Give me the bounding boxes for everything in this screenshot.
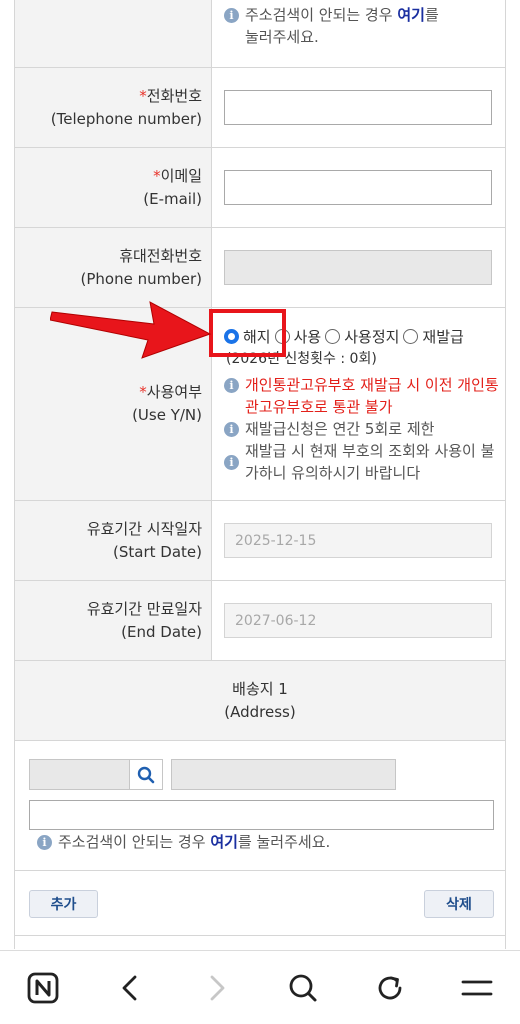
start-date-input: 2025-12-15 — [224, 523, 492, 558]
telephone-row: *전화번호 (Telephone number) — [15, 68, 505, 148]
radio-suspend-control[interactable] — [325, 328, 341, 344]
email-row: *이메일 (E-mail) — [15, 148, 505, 228]
divider — [15, 935, 505, 936]
telephone-label: 전화번호 — [146, 86, 202, 105]
address-header: 배송지 1 (Address) — [15, 661, 505, 741]
note-text: 주소검색이 안되는 경우 — [245, 6, 393, 24]
address-header-title: 배송지 1 — [232, 679, 288, 698]
email-input[interactable] — [224, 170, 492, 205]
forward-icon[interactable] — [173, 951, 260, 1024]
reissue-limit-note: i 재발급신청은 연간 5회로 제한 — [224, 418, 501, 440]
phone-row: 휴대전화번호 (Phone number) — [15, 228, 505, 308]
zipcode-input[interactable] — [30, 760, 129, 789]
detail-address-input[interactable] — [29, 800, 494, 830]
info-icon: i — [224, 8, 239, 23]
address-body: i 주소검색이 안되는 경우 여기를 눌러주세요. 추가 삭제 — [15, 741, 505, 949]
use-status-label: 사용여부 — [146, 383, 202, 401]
required-mark: * — [139, 383, 147, 401]
info-icon: i — [37, 835, 52, 850]
use-status-label-en: (Use Y/N) — [132, 406, 202, 424]
end-date-label: 유효기간 만료일자 — [86, 599, 202, 618]
end-date-row: 유효기간 만료일자 (End Date) 2027-06-12 — [15, 581, 505, 661]
pointer-arrow-icon — [50, 301, 212, 359]
search-icon[interactable] — [129, 760, 162, 789]
add-address-button[interactable]: 추가 — [29, 890, 98, 918]
address-search-label-cell — [15, 0, 212, 67]
search-icon[interactable] — [260, 951, 347, 1024]
reissue-warning-note: i 개인통관고유부호 재발급 시 이전 개인통관고유부호로 통관 불가 — [224, 374, 501, 418]
divider — [15, 870, 505, 871]
phone-input — [224, 250, 492, 285]
info-icon: i — [224, 378, 239, 393]
here-link-bottom[interactable]: 여기 — [210, 833, 238, 851]
start-date-label: 유효기간 시작일자 — [86, 519, 202, 538]
base-address-input — [171, 759, 396, 790]
address-search-row: i 주소검색이 안되는 경우 여기를 눌러주세요. — [15, 0, 505, 68]
address-search-note: i 주소검색이 안되는 경우 여기를 눌러주세요. — [224, 4, 493, 48]
required-mark: * — [153, 166, 161, 185]
telephone-label-en: (Telephone number) — [50, 109, 202, 128]
address-search-note-bottom: i 주소검색이 안되는 경우 여기를 눌러주세요. — [37, 831, 330, 853]
email-label-en: (E-mail) — [143, 189, 202, 208]
phone-label-en: (Phone number) — [80, 269, 202, 288]
browser-nav-bar — [0, 950, 520, 1024]
reissue-caution-note: i 재발급 시 현재 부호의 조회와 사용이 불가하니 유의하시기 바랍니다 — [224, 440, 501, 484]
zipcode-search-box[interactable] — [29, 759, 163, 790]
delete-address-button[interactable]: 삭제 — [424, 890, 494, 918]
menu-icon[interactable] — [433, 951, 520, 1024]
email-label: 이메일 — [160, 166, 202, 185]
address-header-en: (Address) — [224, 702, 296, 721]
start-date-row: 유효기간 시작일자 (Start Date) 2025-12-15 — [15, 501, 505, 581]
note-text-line2: 눌러주세요. — [245, 28, 319, 46]
customs-form: i 주소검색이 안되는 경우 여기를 눌러주세요. *전화번호 (Telepho… — [14, 0, 506, 949]
start-date-label-en: (Start Date) — [113, 542, 202, 561]
refresh-icon[interactable] — [347, 951, 434, 1024]
radio-reissue-control[interactable] — [403, 328, 419, 344]
required-mark: * — [139, 86, 147, 105]
end-date-label-en: (End Date) — [121, 622, 202, 641]
naver-home-icon[interactable] — [0, 951, 87, 1024]
info-icon: i — [224, 455, 239, 470]
radio-reissue[interactable]: 재발급 — [403, 326, 464, 347]
radio-suspend[interactable]: 사용정지 — [325, 326, 399, 347]
back-icon[interactable] — [87, 951, 174, 1024]
phone-label: 휴대전화번호 — [119, 246, 202, 265]
here-link[interactable]: 여기 — [397, 6, 425, 24]
highlight-box — [209, 309, 286, 357]
telephone-input[interactable] — [224, 90, 492, 125]
info-icon: i — [224, 422, 239, 437]
end-date-input: 2027-06-12 — [224, 603, 492, 638]
